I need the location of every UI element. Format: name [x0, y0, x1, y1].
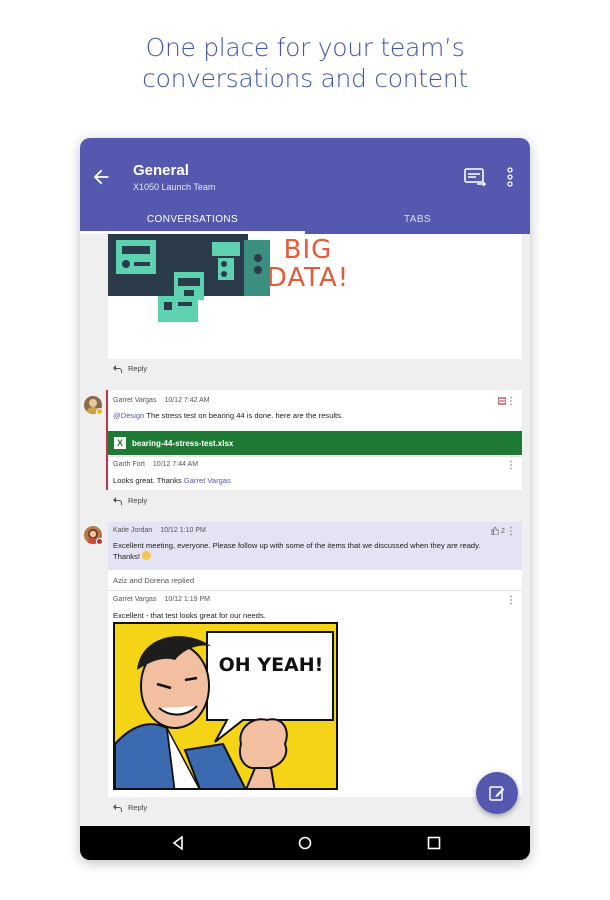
- message-text: @Design The stress test on bearing 44 is…: [113, 411, 344, 420]
- reply-icon: [113, 803, 122, 812]
- replied-summary-row[interactable]: Aziz and Dorena replied: [108, 570, 522, 590]
- tab-tabs[interactable]: TABS: [305, 214, 530, 225]
- tab-bar: CONVERSATIONS TABS: [80, 208, 530, 234]
- reply-icon: [113, 364, 122, 373]
- message-meta: Katie Jordan 10/12 1:10 PM: [113, 527, 206, 534]
- divider: [108, 456, 522, 457]
- reply-meta: Garth Fort 10/12 7:44 AM: [113, 461, 199, 468]
- nav-recents-icon[interactable]: [427, 836, 441, 850]
- tagline-line-2: conversations and content: [142, 64, 468, 93]
- big-data-text: BIG DATA!: [266, 235, 350, 293]
- reply-icon: [113, 496, 122, 505]
- team-name: X1050 Launch Team: [133, 182, 216, 192]
- more-vertical-icon[interactable]: [509, 526, 513, 536]
- reply-meta: Garret Vargas 10/12 1:19 PM: [113, 596, 210, 603]
- compose-button[interactable]: [476, 772, 518, 814]
- oh-yeah-meme-image[interactable]: OH YEAH!: [113, 622, 338, 790]
- tagline: One place for your team’s conversations …: [0, 32, 610, 94]
- post-card-bigdata: BIG DATA!: [108, 234, 522, 359]
- nav-back-icon[interactable]: [172, 836, 184, 850]
- mention-link[interactable]: Garret Vargas: [184, 476, 231, 485]
- compose-icon: [489, 786, 505, 801]
- presence-busy-icon: [96, 538, 103, 545]
- nav-home-icon[interactable]: [298, 836, 312, 850]
- more-vertical-icon[interactable]: [509, 396, 513, 406]
- mention-link[interactable]: @Design: [113, 411, 144, 420]
- more-vertical-icon[interactable]: [509, 595, 513, 605]
- reply-text: Excellent - that test looks great for ou…: [113, 611, 266, 620]
- message-meta: Garret Vargas 10/12 7:42 AM: [113, 397, 210, 404]
- meeting-icon[interactable]: [464, 167, 486, 187]
- reply-button[interactable]: Reply: [113, 364, 147, 373]
- reply-button[interactable]: Reply: [113, 496, 147, 505]
- conversation-list[interactable]: BIG DATA! Reply Garret Vargas 10/12 7:42 …: [80, 234, 530, 826]
- channel-title: General: [133, 162, 189, 179]
- system-nav-bar: [80, 826, 530, 860]
- replied-summary: Aziz and Dorena replied: [113, 576, 195, 585]
- more-vertical-icon[interactable]: [504, 166, 516, 188]
- app-bar: General X1050 Launch Team CONVERSATIONS …: [80, 138, 530, 234]
- like-count[interactable]: 2: [491, 527, 505, 535]
- excel-icon: X: [114, 437, 126, 449]
- tablet-screen: General X1050 Launch Team CONVERSATIONS …: [80, 138, 530, 860]
- tagline-line-1: One place for your team’s: [145, 33, 465, 62]
- more-vertical-icon[interactable]: [509, 460, 513, 470]
- message-text: Excellent meeting, everyone. Please foll…: [113, 541, 481, 561]
- important-icon: [498, 397, 506, 405]
- file-attachment[interactable]: X bearing-44-stress-test.xlsx: [108, 431, 522, 455]
- tab-conversations[interactable]: CONVERSATIONS: [80, 214, 305, 225]
- meme-caption: OH YEAH!: [218, 654, 324, 676]
- reply-button[interactable]: Reply: [113, 803, 147, 812]
- smile-emoji-icon: [142, 551, 152, 560]
- like-icon: [491, 527, 499, 535]
- presence-away-icon: [96, 408, 103, 415]
- arrow-left-icon[interactable]: [90, 166, 112, 188]
- reply-text: Looks great. Thanks Garret Vargas: [113, 476, 231, 485]
- file-name: bearing-44-stress-test.xlsx: [132, 438, 234, 448]
